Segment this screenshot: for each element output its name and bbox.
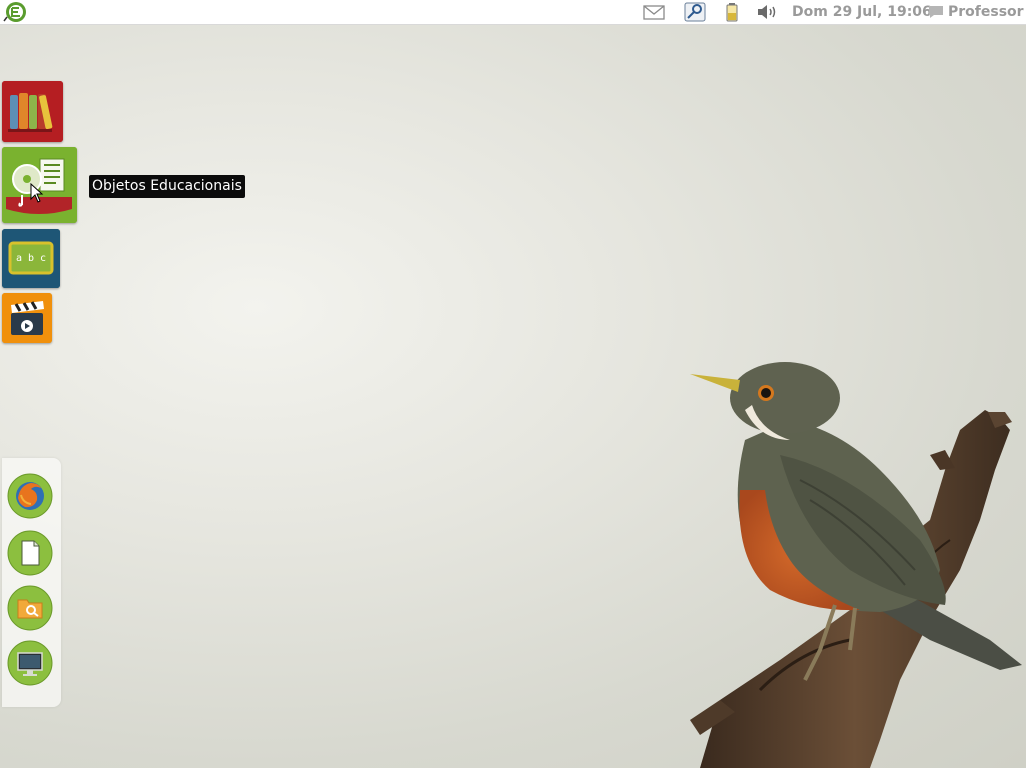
wallpaper: [690, 362, 1022, 768]
mail-icon[interactable]: [642, 2, 666, 22]
user-menu[interactable]: Professor: [928, 4, 1024, 20]
document-icon: [7, 530, 53, 576]
tile-video[interactable]: [2, 293, 52, 343]
dock-item-monitor[interactable]: [7, 640, 53, 686]
monitor-icon: [7, 640, 53, 686]
dock-item-document[interactable]: [7, 530, 53, 576]
file-search-icon: [7, 585, 53, 631]
mouse-pointer-icon: [30, 183, 44, 203]
library-books-icon: [2, 81, 63, 142]
tile-library[interactable]: [2, 81, 63, 142]
battery-icon[interactable]: [720, 2, 744, 22]
volume-icon[interactable]: [755, 2, 779, 22]
video-clapper-icon: [2, 293, 52, 343]
literacy-board-icon: a b c: [2, 229, 60, 288]
dock: [2, 458, 61, 707]
network-key-icon[interactable]: [683, 2, 707, 22]
clock[interactable]: Dom 29 Jul, 19:06: [792, 4, 932, 20]
dock-item-file-search[interactable]: [7, 585, 53, 631]
branch: [690, 410, 1012, 768]
tooltip: Objetos Educacionais: [89, 175, 245, 198]
top-panel: Dom 29 Jul, 19:06 Professor: [0, 0, 1026, 25]
user-name: Professor: [948, 4, 1024, 20]
firefox-icon: [7, 473, 53, 519]
svg-text:a b c: a b c: [16, 253, 46, 264]
chat-bubble-icon: [929, 6, 943, 18]
bird: [690, 362, 1022, 681]
dock-item-firefox[interactable]: [7, 473, 53, 519]
tile-literacy[interactable]: a b c: [2, 229, 60, 288]
linux-educacional-logo-icon[interactable]: [2, 1, 26, 23]
